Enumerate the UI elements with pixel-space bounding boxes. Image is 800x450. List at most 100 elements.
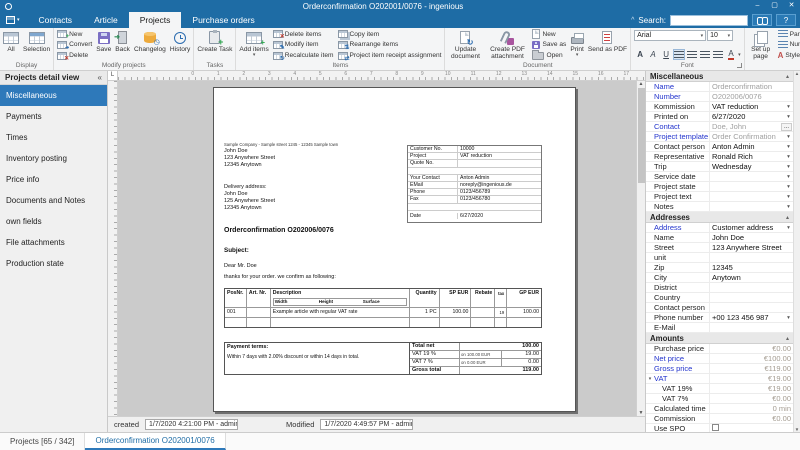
tab-selector-button[interactable]: L: [108, 71, 118, 80]
scroll-down-icon[interactable]: ▼: [795, 427, 799, 432]
convert-button[interactable]: Convert: [57, 40, 92, 51]
selection-button[interactable]: Selection: [21, 29, 52, 61]
property-value[interactable]: 6/27/2020: [710, 112, 784, 121]
tab-purchase-orders[interactable]: Purchase orders: [181, 12, 265, 28]
property-value[interactable]: Customer address: [710, 223, 784, 232]
chevron-down-icon[interactable]: ▾: [784, 164, 793, 170]
receipt-assignment-button[interactable]: Project item receipt assignment: [337, 51, 441, 62]
chevron-down-icon[interactable]: ▾: [784, 154, 793, 160]
sidebar-item-file-attachments[interactable]: File attachments: [0, 232, 107, 253]
bold-button[interactable]: A: [634, 49, 646, 60]
scroll-up-icon[interactable]: ▲: [795, 71, 799, 76]
file-menu-button[interactable]: ▾: [0, 12, 28, 28]
update-document-button[interactable]: Update document: [446, 29, 484, 61]
underline-button[interactable]: U: [660, 49, 672, 60]
scroll-up-icon[interactable]: ▲: [639, 81, 644, 87]
collapse-ribbon-icon[interactable]: ^: [631, 17, 634, 24]
sidebar-item-payments[interactable]: Payments: [0, 106, 107, 127]
chevron-down-icon[interactable]: ▾: [738, 52, 741, 58]
font-color-button[interactable]: A: [725, 49, 737, 60]
collapse-section-icon[interactable]: ▴: [786, 73, 789, 80]
align-right-button[interactable]: [699, 49, 711, 60]
sidebar-item-documents-and-notes[interactable]: Documents and Notes: [0, 190, 107, 211]
changelog-button[interactable]: Changelog: [132, 29, 168, 61]
property-value[interactable]: O202006/0076: [710, 92, 793, 101]
chevron-down-icon[interactable]: ▾: [784, 194, 793, 200]
print-button[interactable]: Print ▾: [568, 29, 586, 61]
use-spo-checkbox[interactable]: [712, 424, 719, 431]
sidebar-collapse-icon[interactable]: «: [98, 73, 102, 82]
setup-page-button[interactable]: Set up page: [746, 29, 776, 61]
chevron-down-icon[interactable]: ▾: [784, 315, 793, 321]
italic-button[interactable]: A: [647, 49, 659, 60]
delete-button[interactable]: Delete: [57, 51, 92, 62]
property-value[interactable]: Order Confirmation: [710, 132, 784, 141]
ellipsis-button[interactable]: ...: [781, 122, 792, 131]
copy-item-button[interactable]: Copy item: [337, 29, 442, 39]
align-left-button[interactable]: [673, 49, 686, 60]
chevron-down-icon[interactable]: ▾: [784, 225, 793, 231]
document-page[interactable]: Sample Company - Sample street 1245 - 12…: [213, 87, 576, 412]
property-value[interactable]: 123 Anywhere Street: [710, 243, 793, 252]
chevron-down-icon[interactable]: ▾: [784, 134, 793, 140]
chevron-down-icon[interactable]: ▾: [784, 104, 793, 110]
collapse-section-icon[interactable]: ▴: [786, 214, 789, 221]
property-value[interactable]: Orderconfirmation: [710, 82, 793, 91]
align-center-button[interactable]: [686, 49, 698, 60]
create-pdf-attachment-button[interactable]: Create PDF attachment: [484, 29, 530, 61]
section-addresses[interactable]: Addresses ▴: [646, 212, 793, 223]
font-family-select[interactable]: Arial ▾: [634, 30, 707, 41]
maximize-button[interactable]: ▢: [766, 0, 783, 12]
new-project-button[interactable]: New: [57, 29, 92, 40]
property-value[interactable]: +00 123 456 987: [710, 313, 784, 322]
chevron-down-icon[interactable]: ▾: [784, 144, 793, 150]
recalculate-item-button[interactable]: Recalculate item: [272, 51, 334, 62]
property-value[interactable]: VAT reduction: [710, 102, 784, 111]
close-button[interactable]: ✕: [783, 0, 800, 12]
bottom-tab-orderconfirmation[interactable]: Orderconfirmation O202001/0076: [85, 433, 226, 450]
back-button[interactable]: Back: [113, 29, 132, 61]
save-button[interactable]: Save: [94, 29, 113, 61]
property-value[interactable]: 12345: [710, 263, 793, 272]
vertical-scrollbar[interactable]: ▲ ▼: [636, 81, 645, 416]
property-value[interactable]: Wednesday: [710, 162, 784, 171]
chevron-down-icon[interactable]: ▾: [784, 204, 793, 210]
open-button[interactable]: Open: [532, 49, 566, 61]
numbering-button[interactable]: Numbering: [777, 40, 800, 50]
expand-icon[interactable]: ▾: [646, 376, 654, 382]
align-justify-button[interactable]: [712, 49, 724, 60]
sidebar-item-own-fields[interactable]: own fields: [0, 211, 107, 232]
rearrange-items-button[interactable]: Rearrange items: [337, 40, 442, 51]
collapse-section-icon[interactable]: ▴: [786, 335, 789, 342]
chevron-down-icon[interactable]: ▾: [784, 174, 793, 180]
sidebar-item-production-state[interactable]: Production state: [0, 253, 107, 274]
tab-projects[interactable]: Projects: [128, 12, 182, 28]
panel-scrollbar[interactable]: ▲ ▼: [793, 71, 800, 432]
send-as-pdf-button[interactable]: Send as PDF: [586, 29, 629, 61]
all-button[interactable]: All: [1, 29, 21, 61]
styles-button[interactable]: AStyles: [778, 51, 800, 61]
tab-contacts[interactable]: Contacts: [28, 12, 84, 28]
modify-item-button[interactable]: Modify item: [272, 40, 334, 51]
history-button[interactable]: History: [168, 29, 193, 61]
sidebar-item-price-info[interactable]: Price info: [0, 169, 107, 190]
section-miscellaneous[interactable]: Miscellaneous ▴: [646, 71, 793, 82]
tab-article[interactable]: Article: [83, 12, 129, 28]
delete-items-button[interactable]: Delete items: [272, 29, 334, 40]
paragraph-button[interactable]: Paragraph: [777, 29, 800, 39]
bottom-tab-projects[interactable]: Projects [65 / 342]: [0, 433, 86, 450]
chevron-down-icon[interactable]: ▾: [784, 184, 793, 190]
add-items-button[interactable]: + Add items ▾: [237, 29, 270, 61]
search-button[interactable]: [752, 14, 772, 26]
property-value[interactable]: John Doe: [710, 233, 793, 242]
property-value[interactable]: Ronald Rich: [710, 152, 784, 161]
scrollbar-thumb[interactable]: [637, 88, 645, 183]
help-button[interactable]: ?: [776, 14, 796, 26]
create-task-button[interactable]: Create Task: [195, 29, 234, 61]
sidebar-item-inventory-posting[interactable]: Inventory posting: [0, 148, 107, 169]
chevron-down-icon[interactable]: ▾: [784, 114, 793, 120]
property-value[interactable]: Anton Admin: [710, 142, 784, 151]
search-input[interactable]: [670, 14, 748, 26]
property-value[interactable]: Doe, John: [710, 122, 781, 131]
new-document-button[interactable]: New: [532, 29, 566, 40]
